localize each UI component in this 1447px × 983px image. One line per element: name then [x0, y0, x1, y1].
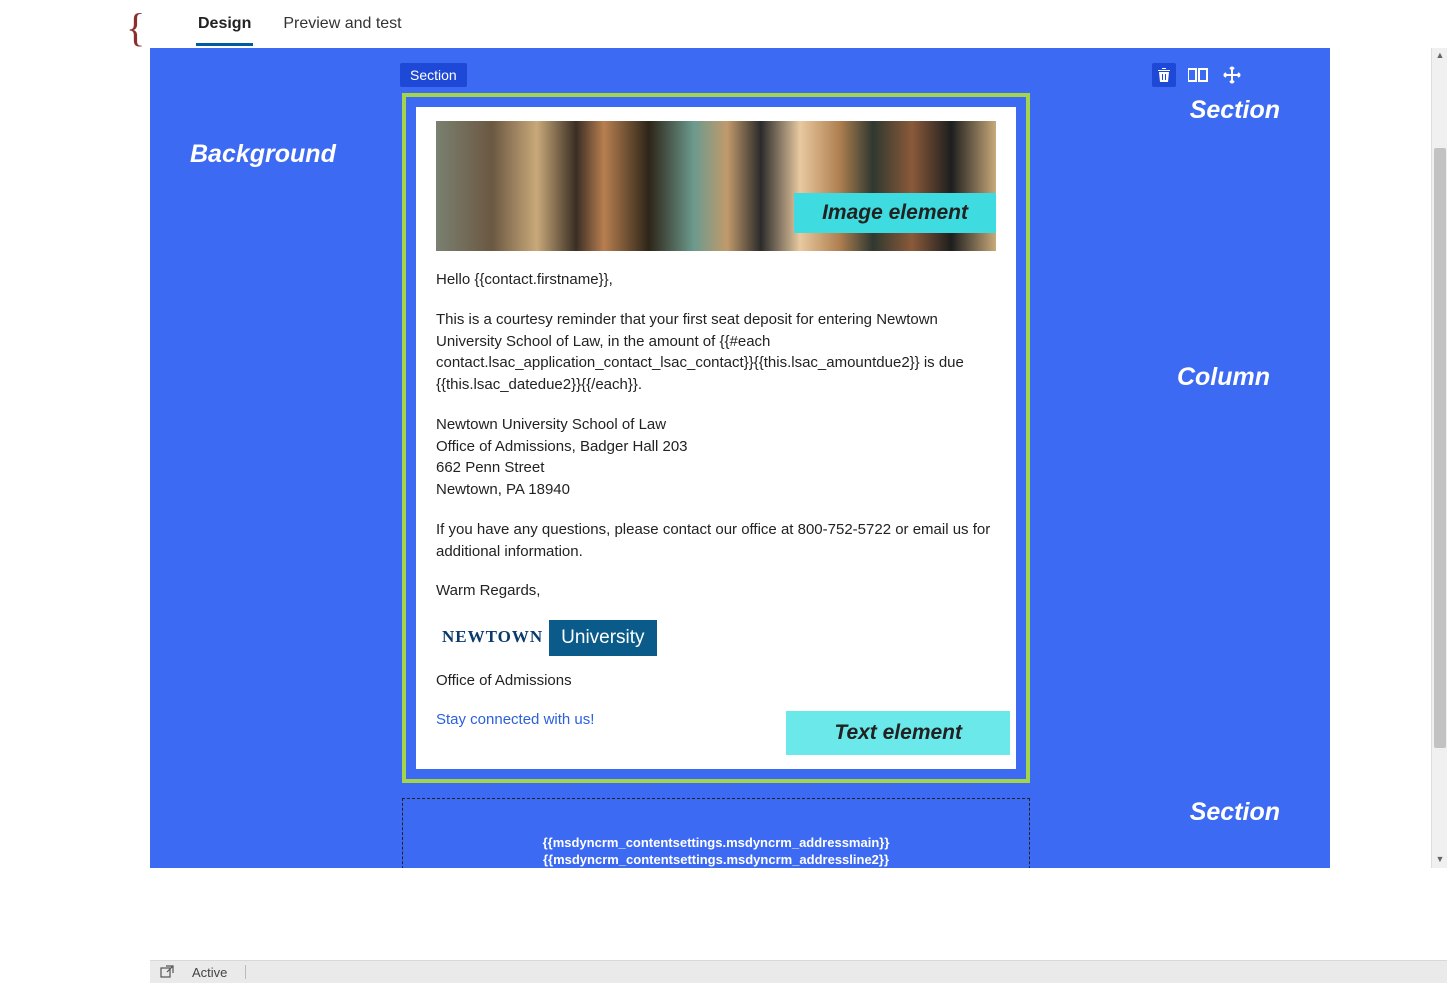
trash-icon: [1157, 67, 1171, 83]
tab-preview-test[interactable]: Preview and test: [281, 3, 403, 46]
annotation-section-top: Section: [1190, 96, 1280, 125]
logo-university-text: University: [549, 620, 656, 656]
tab-design[interactable]: Design: [196, 3, 253, 46]
addr-line4: Newtown, PA 18940: [436, 479, 996, 501]
scroll-up-arrow[interactable]: ▲: [1432, 48, 1447, 64]
body-paragraph-2: If you have any questions, please contac…: [436, 519, 996, 563]
annotation-section-bottom: Section: [1190, 798, 1280, 827]
move-icon: [1223, 66, 1241, 84]
footer-token-1: {{msdyncrm_contentsettings.msdyncrm_addr…: [403, 835, 1029, 852]
status-divider: [245, 965, 246, 979]
design-canvas[interactable]: Section Background Section Column Sectio…: [150, 48, 1330, 868]
addr-line2: Office of Admissions, Badger Hall 203: [436, 436, 996, 458]
footer-section[interactable]: {{msdyncrm_contentsettings.msdyncrm_addr…: [402, 798, 1030, 868]
column-frame[interactable]: Image element Hello {{contact.firstname}…: [402, 93, 1030, 783]
vertical-scrollbar[interactable]: ▲ ▼: [1431, 48, 1447, 868]
annotation-image-element: Image element: [794, 193, 996, 233]
annotation-text-element: Text element: [786, 711, 1010, 755]
university-logo: NEWTOWN University: [436, 620, 996, 656]
footer-token-2: {{msdyncrm_contentsettings.msdyncrm_addr…: [403, 852, 1029, 868]
columns-button[interactable]: [1186, 63, 1210, 87]
addr-line3: 662 Penn Street: [436, 457, 996, 479]
columns-icon: [1188, 68, 1208, 82]
office-text: Office of Admissions: [436, 670, 996, 692]
closing-text: Warm Regards,: [436, 580, 996, 602]
scrollbar-thumb[interactable]: [1434, 148, 1446, 748]
image-element[interactable]: Image element: [436, 121, 996, 251]
addr-line1: Newtown University School of Law: [436, 414, 996, 436]
annotation-background: Background: [190, 140, 336, 169]
email-card: Image element Hello {{contact.firstname}…: [416, 107, 1016, 769]
bracket-annotation: {: [126, 10, 152, 46]
body-paragraph-1: This is a courtesy reminder that your fi…: [436, 309, 996, 396]
logo-newtown-text: NEWTOWN: [436, 621, 549, 654]
move-button[interactable]: [1220, 63, 1244, 87]
scroll-down-arrow[interactable]: ▼: [1432, 852, 1447, 868]
stay-connected-link[interactable]: Stay connected with us!: [436, 711, 594, 728]
address-block: Newtown University School of Law Office …: [436, 414, 996, 501]
text-element[interactable]: Hello {{contact.firstname}}, This is a c…: [436, 269, 996, 731]
delete-button[interactable]: [1152, 63, 1176, 87]
status-active: Active: [192, 965, 227, 980]
popout-icon[interactable]: [160, 965, 174, 979]
status-bar: Active: [150, 960, 1447, 983]
annotation-column: Column: [1177, 363, 1270, 392]
tab-bar: Design Preview and test: [150, 0, 1447, 48]
greeting-text: Hello {{contact.firstname}},: [436, 269, 996, 291]
section-badge[interactable]: Section: [400, 63, 467, 87]
section-toolbar: [1152, 63, 1244, 87]
